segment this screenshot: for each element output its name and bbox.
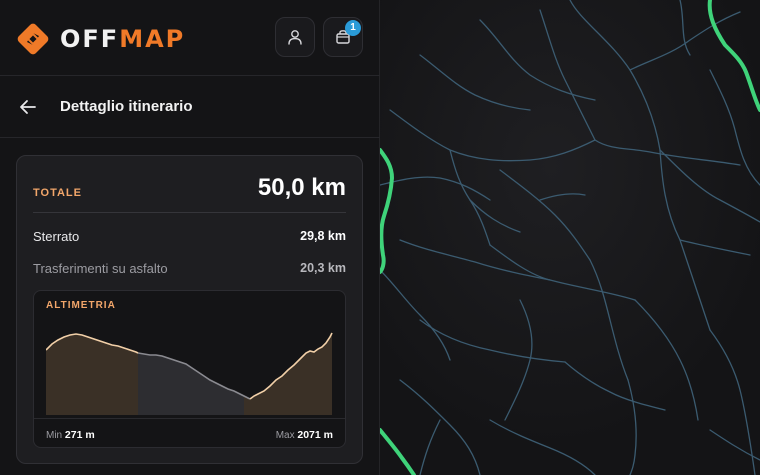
distance-row-asphalt: Trasferimenti su asfalto 20,3 km	[33, 258, 346, 278]
elevation-area-asphalt	[138, 353, 244, 415]
elevation-max: Max 2071 m	[275, 429, 333, 441]
elevation-chart	[46, 332, 333, 415]
total-label: TOTALE	[33, 187, 82, 199]
divider	[33, 212, 346, 213]
offmap-logo[interactable]: OFFMAP	[16, 22, 185, 56]
map-view[interactable]	[380, 0, 760, 475]
terrain-map	[380, 0, 760, 475]
account-button[interactable]	[275, 17, 315, 57]
brand-off: OFF	[60, 25, 120, 53]
page-title: Dettaglio itinerario	[60, 98, 193, 115]
elevation-min: Min 271 m	[46, 429, 95, 441]
app-header: OFFMAP 1	[0, 0, 380, 76]
elevation-footer: Min 271 m Max 2071 m	[34, 418, 345, 447]
row-value: 20,3 km	[300, 261, 346, 275]
back-button[interactable]	[16, 95, 40, 119]
distance-row-unpaved: Sterrato 29,8 km	[33, 226, 346, 246]
user-icon	[288, 30, 302, 45]
row-label: Trasferimenti su asfalto	[33, 260, 168, 276]
cart-count-badge: 1	[345, 20, 361, 36]
page-header: Dettaglio itinerario	[0, 77, 380, 138]
offmap-logo-icon	[17, 23, 49, 55]
cart-button[interactable]: 1	[323, 17, 363, 57]
itinerary-panel: OFFMAP 1 Dettaglio itinerario TOTALE 50,…	[0, 0, 380, 475]
elevation-area-unpaved	[46, 334, 138, 415]
route-summary-card: TOTALE 50,0 km Sterrato 29,8 km Trasferi…	[16, 155, 363, 464]
brand-map: MAP	[119, 25, 186, 53]
elevation-area-unpaved	[244, 333, 332, 415]
elevation-title: ALTIMETRIA	[46, 300, 116, 311]
arrow-left-icon	[20, 100, 36, 114]
total-distance: 50,0 km	[257, 174, 346, 201]
elevation-profile[interactable]: ALTIMETRIA Min 271 m Max 2071 m	[33, 290, 346, 448]
row-label: Sterrato	[33, 228, 80, 244]
row-value: 29,8 km	[300, 229, 346, 243]
